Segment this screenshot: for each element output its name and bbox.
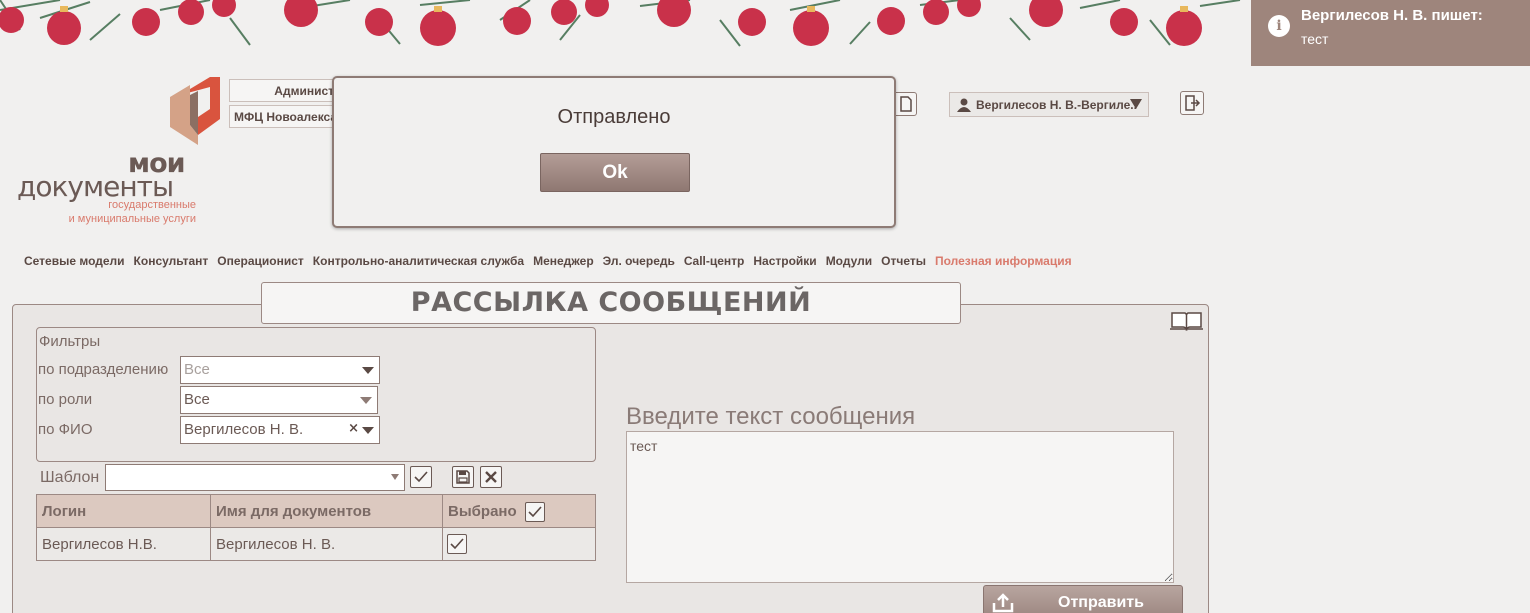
nav-settings[interactable]: Настройки bbox=[753, 254, 816, 268]
nav-modules[interactable]: Модули bbox=[826, 254, 872, 268]
cell-selected bbox=[442, 527, 596, 561]
nav-operator[interactable]: Операционист bbox=[217, 254, 304, 268]
info-icon: i bbox=[1268, 15, 1290, 37]
check-icon bbox=[450, 538, 464, 550]
template-delete-button[interactable] bbox=[480, 466, 502, 488]
save-icon bbox=[456, 470, 470, 484]
chevron-down-icon bbox=[362, 367, 374, 374]
filter-role-select[interactable]: Все bbox=[180, 386, 378, 414]
filter-unit-label: по подразделению bbox=[38, 361, 169, 378]
chevron-down-icon bbox=[1130, 99, 1142, 109]
sent-dialog: Отправлено Ok bbox=[332, 76, 896, 228]
filters-title: Фильтры bbox=[39, 333, 101, 350]
clear-icon[interactable]: × bbox=[348, 421, 359, 436]
notification-title: Вергилесов Н. В. пишет: bbox=[1301, 7, 1483, 24]
logo-subtitle-1: государственные bbox=[108, 199, 196, 211]
send-button[interactable]: Отправить bbox=[983, 585, 1183, 613]
user-name: Вергилесов Н. В.-Вергиле.. bbox=[976, 98, 1137, 112]
nav-queue[interactable]: Эл. очередь bbox=[603, 254, 675, 268]
org-selector[interactable]: МФЦ Новоалекса bbox=[229, 105, 339, 128]
logout-button[interactable] bbox=[1180, 91, 1204, 115]
nav-network-models[interactable]: Сетевые модели bbox=[24, 254, 125, 268]
nav-reports[interactable]: Отчеты bbox=[881, 254, 926, 268]
col-selected[interactable]: Выбрано bbox=[442, 494, 596, 528]
nav-call-center[interactable]: Call-центр bbox=[684, 254, 745, 268]
select-all-checkbox[interactable] bbox=[525, 502, 545, 522]
chevron-down-icon bbox=[391, 474, 399, 480]
filter-role-value: Все bbox=[184, 391, 210, 408]
cell-doc-name: Вергилесов Н. В. bbox=[210, 527, 443, 561]
cell-login: Вергилесов Н.В. bbox=[36, 527, 211, 561]
main-nav: Сетевые модели Консультант Операционист … bbox=[24, 254, 1072, 268]
filter-fio-select[interactable]: Вергилесов Н. В. × bbox=[180, 416, 380, 444]
col-selected-label: Выбрано bbox=[448, 502, 517, 520]
garland-decoration bbox=[0, 0, 1241, 47]
page-title: РАССЫЛКА СООБЩЕНИЙ bbox=[261, 282, 961, 324]
logout-icon bbox=[1185, 95, 1201, 111]
logo-mark-icon bbox=[170, 77, 220, 145]
template-apply-button[interactable] bbox=[410, 466, 432, 488]
filter-fio-value: Вергилесов Н. В. bbox=[184, 421, 304, 438]
recipients-table: Логин Имя для документов Выбрано Вергиле… bbox=[36, 494, 596, 561]
template-select[interactable] bbox=[105, 464, 405, 491]
notification-toast[interactable]: i Вергилесов Н. В. пишет: тест bbox=[1251, 0, 1530, 66]
filter-unit-value: Все bbox=[184, 361, 210, 378]
message-label: Введите текст сообщения bbox=[626, 403, 916, 430]
dialog-message: Отправлено bbox=[557, 106, 671, 128]
row-checkbox[interactable] bbox=[447, 534, 467, 554]
nav-useful-info[interactable]: Полезная информация bbox=[935, 254, 1072, 268]
book-icon[interactable] bbox=[1170, 309, 1203, 331]
col-login[interactable]: Логин bbox=[36, 494, 211, 528]
user-selector[interactable]: Вергилесов Н. В.-Вергиле.. bbox=[949, 92, 1149, 117]
template-label: Шаблон bbox=[40, 469, 100, 486]
nav-manager[interactable]: Менеджер bbox=[533, 254, 594, 268]
filter-unit-select[interactable]: Все bbox=[180, 356, 380, 384]
check-icon bbox=[528, 506, 542, 518]
document-button[interactable] bbox=[893, 92, 917, 116]
filter-role-label: по роли bbox=[38, 391, 93, 408]
ok-button[interactable]: Ok bbox=[540, 153, 690, 192]
filter-fio-label: по ФИО bbox=[38, 421, 93, 438]
template-save-button[interactable] bbox=[452, 466, 474, 488]
notification-text: тест bbox=[1301, 31, 1329, 47]
check-icon bbox=[414, 471, 428, 483]
nav-consultant[interactable]: Консультант bbox=[134, 254, 209, 268]
message-textarea[interactable]: тест bbox=[626, 431, 1174, 583]
close-icon bbox=[485, 471, 497, 483]
table-row[interactable]: Вергилесов Н.В. Вергилесов Н. В. bbox=[36, 527, 596, 561]
col-doc-name[interactable]: Имя для документов bbox=[210, 494, 443, 528]
document-icon bbox=[900, 96, 912, 112]
role-selector[interactable]: Админист bbox=[229, 79, 339, 102]
nav-control-service[interactable]: Контрольно-аналитическая служба bbox=[313, 254, 524, 268]
user-icon bbox=[957, 98, 971, 112]
upload-icon bbox=[992, 593, 1014, 613]
chevron-down-icon bbox=[362, 427, 374, 434]
send-button-label: Отправить bbox=[1058, 594, 1144, 611]
logo-subtitle-2: и муниципальные услуги bbox=[68, 213, 196, 225]
chevron-down-icon bbox=[360, 397, 372, 404]
table-header-row: Логин Имя для документов Выбрано bbox=[36, 494, 596, 528]
